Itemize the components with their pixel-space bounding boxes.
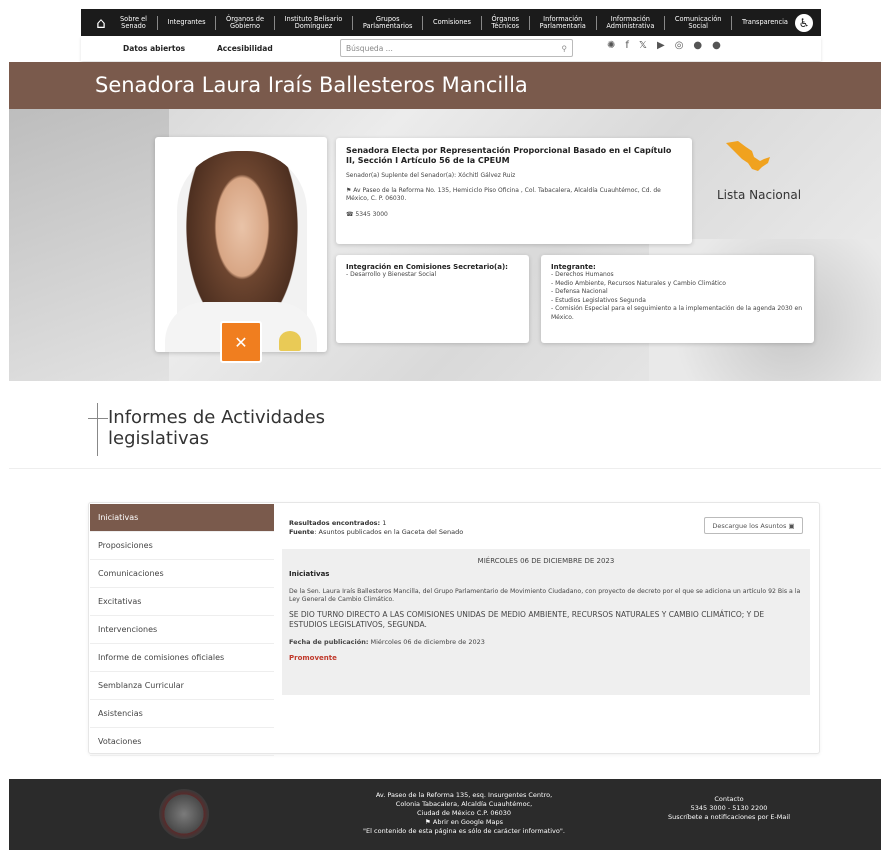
page: ⌂ Sobre el Senado Integrantes Órganos de G… (0, 0, 881, 850)
mexico-map-icon (726, 141, 770, 171)
nav-item[interactable]: Instituto Belisario Domínguez (282, 15, 346, 30)
member-committees-card: Integrante: - Derechos Humanos - Medio Am… (541, 255, 814, 343)
nav-item[interactable]: Comunicación Social (672, 15, 725, 30)
secretary-committees-card: Integración en Comisiones Secretario(a):… (336, 255, 529, 343)
facebook-icon[interactable]: f (625, 40, 629, 51)
list-label: Lista Nacional (717, 188, 802, 202)
tab-item[interactable]: Asistencias (90, 700, 274, 728)
home-icon[interactable]: ⌂ (89, 14, 113, 32)
hero-section: ✕ Senadora Electa por Representación Pro… (9, 109, 881, 381)
social-links: ✺ f 𝕏 ▶ ◎ ● ● (607, 40, 721, 51)
committee-item: - Defensa Nacional (551, 288, 608, 296)
substitute: Senador(a) Suplente del Senador(a): Xóch… (346, 172, 516, 179)
member-title: Integrante: (551, 263, 596, 271)
hero-background (9, 109, 169, 381)
address: ⚑ Av Paseo de la Reforma No. 135, Hemici… (346, 187, 661, 202)
nav-items: Sobre el Senado Integrantes Órganos de Gob… (113, 15, 795, 30)
top-navigation: ⌂ Sobre el Senado Integrantes Órganos de G… (81, 9, 821, 36)
accessibility-icon[interactable]: ♿ (795, 13, 813, 32)
senator-header: Senadora Laura Iraís Ballesteros Mancill… (9, 62, 881, 109)
instagram-icon[interactable]: ◎ (675, 40, 684, 51)
sub-navigation: Datos abiertos Accesibilidad Búsqueda ..… (81, 36, 821, 61)
entry-date: MIÉRCOLES 06 DE DICIEMBRE DE 2023 (477, 557, 615, 565)
senator-photo (155, 137, 327, 352)
search-placeholder: Búsqueda ... (346, 43, 393, 53)
tab-item[interactable]: Excitativas (90, 588, 274, 616)
map-pin-icon: ⚑ (425, 818, 433, 826)
nav-item[interactable]: Información Administrativa (603, 15, 657, 30)
committee-item: - Desarrollo y Bienestar Social (346, 271, 437, 278)
secretary-title: Integración en Comisiones Secretario(a): (346, 263, 508, 271)
tab-item[interactable]: Proposiciones (90, 532, 274, 560)
committee-item: - Estudios Legislativos Segunda (551, 296, 646, 304)
tab-item[interactable]: Comunicaciones (90, 560, 274, 588)
tab-item[interactable]: Votaciones (90, 728, 274, 756)
nav-item[interactable]: Grupos Parlamentarios (360, 15, 416, 30)
nav-item[interactable]: Comisiones (430, 19, 474, 26)
initiative-entry: MIÉRCOLES 06 DE DICIEMBRE DE 2023 Inicia… (282, 549, 810, 695)
footer-contact: Contacto 5345 3000 - 5130 2200 Suscríbet… (659, 795, 799, 822)
tab-item[interactable]: Informe de comisiones oficiales (90, 644, 274, 672)
youtube-icon[interactable]: ▶ (657, 40, 665, 51)
maps-link[interactable]: ⚑ Abrir en Google Maps (339, 818, 589, 827)
x-icon[interactable]: 𝕏 (639, 40, 647, 51)
search-icon[interactable]: ⚲ (562, 44, 568, 53)
committee-item: - Comisión Especial para el seguimiento … (551, 305, 803, 321)
secondary-logo-icon (279, 331, 301, 351)
entry-status: SE DIO TURNO DIRECTO A LAS COMISIONES UN… (289, 610, 765, 629)
accessibility-link[interactable]: Accesibilidad (217, 44, 273, 53)
subscribe-link[interactable]: Suscríbete a notificaciones por E-Mail (659, 813, 799, 822)
results-summary: Resultados encontrados: 1 Fuente: Asunto… (289, 519, 464, 536)
committee-item: - Derechos Humanos (551, 271, 614, 278)
senator-name: Senadora Laura Iraís Ballesteros Mancill… (95, 73, 528, 97)
senate-seal-icon (159, 789, 209, 839)
phone: ☎ 5345 3000 (346, 211, 388, 218)
nav-item[interactable]: Transparencia (739, 19, 791, 26)
tab-item[interactable]: Intervenciones (90, 616, 274, 644)
phone-icon: ☎ (346, 211, 356, 218)
activity-tabs: Iniciativas Proposiciones Comunicaciones Ex… (90, 504, 274, 756)
entry-description: De la Sen. Laura Iraís Ballesteros Manci… (289, 588, 801, 603)
seal-icon[interactable]: ✺ (607, 40, 615, 51)
disclaimer: "El contenido de esta página es sólo de … (363, 827, 565, 835)
tab-item[interactable]: Semblanza Curricular (90, 672, 274, 700)
nav-item[interactable]: Órganos Técnicos (488, 15, 522, 30)
election-type: Senadora Electa por Representación Propo… (346, 146, 672, 165)
nav-item[interactable]: Información Parlamentaria (537, 15, 589, 30)
footer-address: Av. Paseo de la Reforma 135, esq. Insurg… (339, 791, 589, 836)
search-input[interactable]: Búsqueda ... ⚲ (340, 39, 573, 57)
senator-info-card: Senadora Electa por Representación Propo… (336, 138, 692, 244)
committee-item: - Medio Ambiente, Recursos Naturales y C… (551, 279, 726, 287)
download-button[interactable]: Descargue los Asuntos ▣ (704, 517, 803, 534)
telegram-icon[interactable]: ● (693, 40, 702, 51)
member-list: - Derechos Humanos - Medio Ambiente, Recu… (551, 271, 804, 323)
download-icon: ▣ (788, 521, 795, 530)
party-logo-icon: ✕ (220, 321, 262, 363)
secretary-list: - Desarrollo y Bienestar Social (346, 271, 519, 280)
tab-item[interactable]: Iniciativas (90, 504, 274, 532)
entry-publication: Fecha de publicación: Miércoles 06 de di… (289, 638, 485, 646)
spotify-icon[interactable]: ● (712, 40, 721, 51)
nav-item[interactable]: Integrantes (165, 19, 209, 26)
nav-item[interactable]: Sobre el Senado (117, 15, 150, 30)
footer: Av. Paseo de la Reforma 135, esq. Insurg… (9, 779, 881, 850)
promovente-link[interactable]: Promovente (289, 654, 803, 662)
entry-title: Iniciativas (289, 570, 330, 578)
nav-item[interactable]: Órganos de Gobierno (223, 15, 267, 30)
open-data-link[interactable]: Datos abiertos (123, 44, 185, 53)
